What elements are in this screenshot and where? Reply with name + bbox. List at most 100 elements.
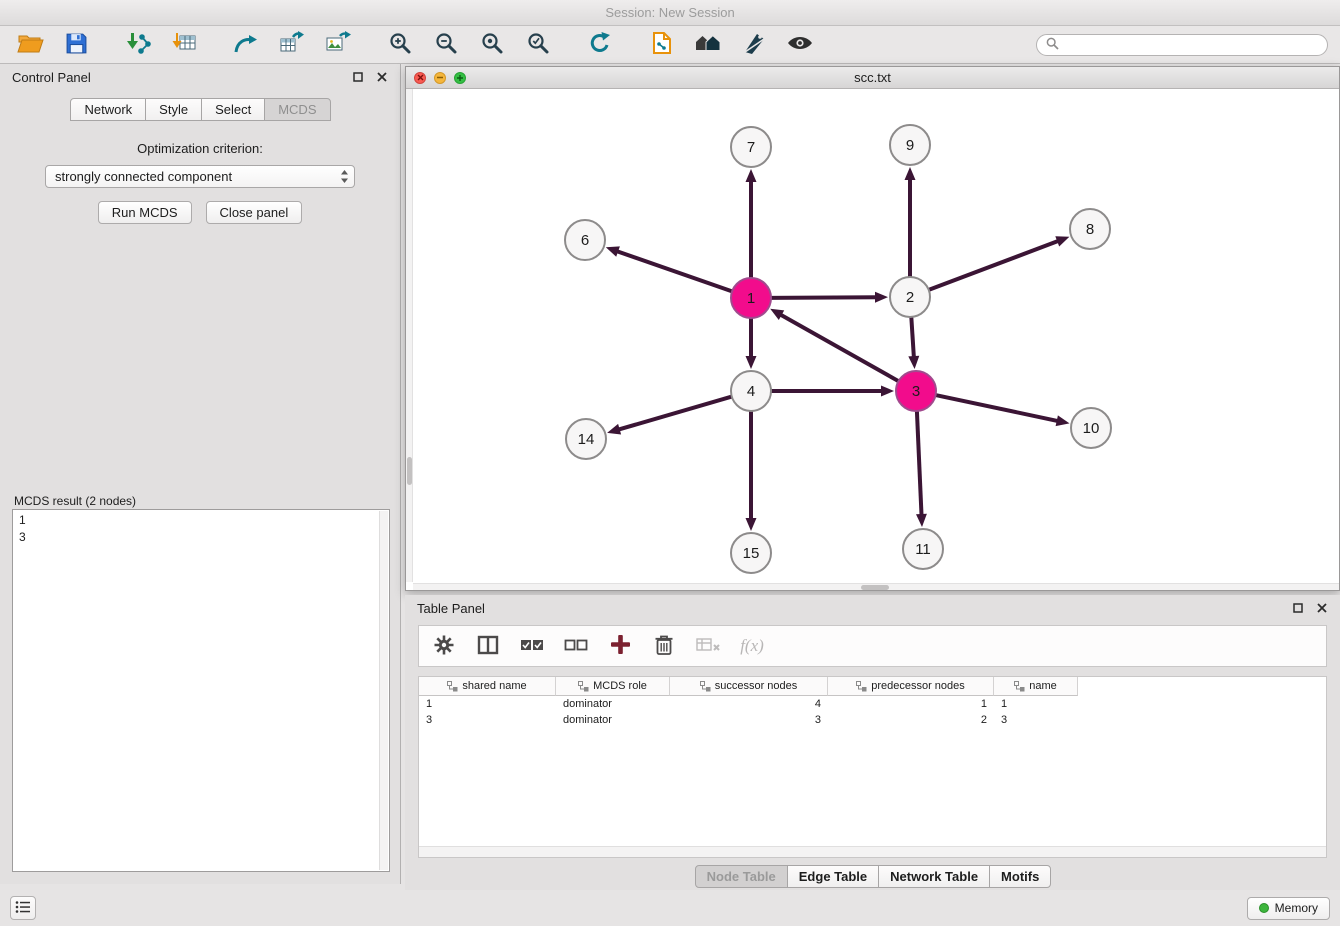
table-cell[interactable]: 1 [994, 698, 1078, 710]
optimization-criterion-select[interactable]: strongly connected component [45, 165, 355, 188]
graph-edge-4-14[interactable] [617, 397, 732, 431]
window-titlebar[interactable]: Session: New Session [0, 0, 1340, 26]
node-table-body: 1dominator4113dominator323 [419, 696, 1326, 728]
graph-node-label: 3 [912, 383, 920, 400]
select-all-columns-button[interactable] [519, 631, 545, 661]
network-overview-button[interactable] [690, 30, 726, 60]
export-network-button[interactable] [228, 30, 264, 60]
table-cell[interactable]: 3 [670, 714, 828, 726]
minimize-window-icon[interactable] [434, 72, 446, 84]
tab-select[interactable]: Select [201, 98, 265, 121]
show-columns-button[interactable] [475, 631, 501, 661]
delete-column-button[interactable] [651, 631, 677, 661]
mcds-result-item[interactable]: 1 [19, 512, 383, 529]
tab-style[interactable]: Style [145, 98, 202, 121]
graph-node-label: 4 [747, 383, 755, 400]
plus-icon [610, 634, 631, 658]
close-window-icon[interactable] [414, 72, 426, 84]
graph-edge-1-2[interactable] [771, 297, 878, 298]
optimization-criterion-label: Optimization criterion: [0, 141, 400, 156]
create-column-button[interactable] [607, 631, 633, 661]
open-session-button[interactable] [12, 30, 48, 60]
close-panel-button[interactable]: Close panel [206, 201, 303, 224]
tab-mcds[interactable]: MCDS [264, 98, 330, 121]
graph-edge-3-10[interactable] [936, 395, 1060, 421]
graph-edge-arrow [746, 356, 757, 369]
zoom-fit-button[interactable] [474, 30, 510, 60]
run-mcds-button[interactable]: Run MCDS [98, 201, 192, 224]
graph-edge-1-6[interactable] [615, 251, 732, 292]
refresh-view-button[interactable] [582, 30, 618, 60]
search-box[interactable] [1036, 34, 1328, 56]
table-cell[interactable]: dominator [556, 698, 670, 710]
network-horizontal-scrollbar[interactable] [413, 583, 1339, 590]
graph-edge-2-3[interactable] [911, 317, 914, 359]
column-header-name[interactable]: name [994, 677, 1078, 696]
export-table-button[interactable] [274, 30, 310, 60]
maximize-window-icon[interactable] [454, 72, 466, 84]
zoom-in-button[interactable] [382, 30, 418, 60]
memory-button[interactable]: Memory [1247, 897, 1330, 920]
unselect-all-columns-button[interactable] [563, 631, 589, 661]
horizontal-scroll-thumb[interactable] [861, 585, 889, 590]
zoom-out-button[interactable] [428, 30, 464, 60]
vertical-scroll-thumb[interactable] [407, 457, 412, 485]
import-table-button[interactable] [166, 30, 202, 60]
float-panel-icon[interactable] [352, 71, 364, 83]
optimization-criterion-value: strongly connected component [55, 169, 232, 184]
tab-edge-table[interactable]: Edge Table [787, 865, 879, 888]
table-cell[interactable]: dominator [556, 714, 670, 726]
list-icon [15, 900, 31, 917]
tab-network[interactable]: Network [70, 98, 146, 121]
function-builder-button[interactable]: f(x) [739, 631, 765, 661]
mcds-result-scrollbar[interactable] [379, 511, 388, 870]
table-cell[interactable]: 1 [419, 698, 556, 710]
table-panel: Table Panel [405, 595, 1340, 890]
import-network-icon [125, 31, 151, 58]
graph-edge-arrow [905, 167, 916, 180]
table-horizontal-scrollbar[interactable] [419, 846, 1326, 857]
graph-edge-3-1[interactable] [779, 314, 899, 382]
import-table-icon [171, 31, 197, 58]
mcds-result-box: 13 [12, 509, 390, 872]
visual-style-button[interactable] [736, 30, 772, 60]
column-header-successor-nodes[interactable]: successor nodes [670, 677, 828, 696]
column-header-predecessor-nodes[interactable]: predecessor nodes [828, 677, 994, 696]
column-header-label: predecessor nodes [871, 680, 965, 692]
column-header-MCDS-role[interactable]: MCDS role [556, 677, 670, 696]
table-row[interactable]: 3dominator323 [419, 712, 1326, 728]
import-network-button[interactable] [120, 30, 156, 60]
table-cell[interactable]: 2 [828, 714, 994, 726]
mcds-result-item[interactable]: 3 [19, 529, 383, 546]
unselect-all-icon [564, 638, 588, 655]
save-session-button[interactable] [58, 30, 94, 60]
close-table-panel-icon[interactable] [1316, 602, 1328, 614]
show-hide-graphics-button[interactable] [782, 30, 818, 60]
table-settings-button[interactable] [431, 631, 457, 661]
column-header-shared-name[interactable]: shared name [419, 677, 556, 696]
network-canvas[interactable]: 7968124314101511 [406, 89, 1339, 590]
show-panels-button[interactable] [10, 896, 36, 920]
float-table-panel-icon[interactable] [1292, 602, 1304, 614]
graph-edge-2-8[interactable] [929, 240, 1060, 290]
tab-network-table[interactable]: Network Table [878, 865, 990, 888]
network-window-titlebar[interactable]: scc.txt [406, 67, 1339, 89]
table-cell[interactable]: 1 [828, 698, 994, 710]
table-cell[interactable]: 3 [994, 714, 1078, 726]
visual-style-icon [742, 31, 766, 58]
close-panel-icon[interactable] [376, 71, 388, 83]
table-cell[interactable]: 3 [419, 714, 556, 726]
refresh-toolbar-group [582, 30, 618, 60]
network-vertical-scrollbar[interactable] [406, 89, 413, 582]
delete-table-button[interactable] [695, 631, 721, 661]
zoom-selected-button[interactable] [520, 30, 556, 60]
export-image-button[interactable] [320, 30, 356, 60]
graph-edge-3-11[interactable] [917, 411, 922, 517]
search-input[interactable] [1064, 38, 1318, 52]
table-row[interactable]: 1dominator411 [419, 696, 1326, 712]
clipboard-button[interactable] [644, 30, 680, 60]
tab-node-table[interactable]: Node Table [695, 865, 788, 888]
tab-motifs[interactable]: Motifs [989, 865, 1051, 888]
zoom-toolbar-group [382, 30, 556, 60]
table-cell[interactable]: 4 [670, 698, 828, 710]
